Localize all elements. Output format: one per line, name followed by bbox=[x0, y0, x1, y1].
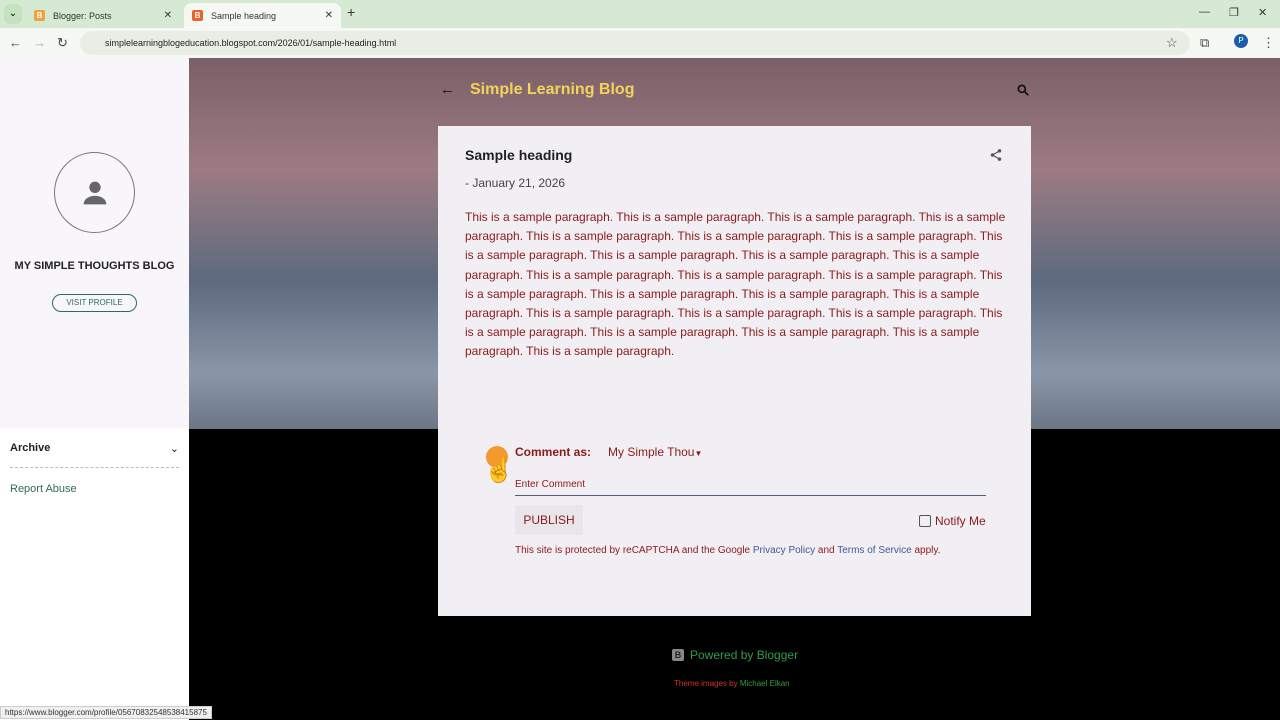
new-tab-button[interactable]: + bbox=[347, 4, 355, 20]
blogger-icon: B bbox=[192, 10, 203, 21]
extensions-icon[interactable]: ⧉ bbox=[1200, 35, 1209, 51]
post-date: - January 21, 2026 bbox=[465, 176, 566, 190]
profile-avatar-icon[interactable] bbox=[54, 152, 135, 233]
recaptcha-notice: This site is protected by reCAPTCHA and … bbox=[515, 545, 940, 556]
forward-icon[interactable]: → bbox=[33, 35, 46, 50]
blog-title[interactable]: Simple Learning Blog bbox=[470, 81, 634, 99]
publish-button[interactable]: PUBLISH bbox=[515, 505, 583, 535]
identity-value: My Simple Thou bbox=[608, 445, 695, 459]
visit-profile-button[interactable]: VISIT PROFILE bbox=[52, 294, 137, 312]
privacy-policy-link[interactable]: Privacy Policy bbox=[753, 545, 815, 556]
archive-label: Archive bbox=[10, 442, 51, 454]
tab-sample-heading[interactable]: B Sample heading ✕ bbox=[184, 3, 341, 28]
post-body: This is a sample paragraph. This is a sa… bbox=[465, 210, 1006, 359]
blog-name: MY SIMPLE THOUGHTS BLOG bbox=[14, 260, 175, 272]
terms-link[interactable]: Terms of Service bbox=[837, 545, 911, 556]
hand-cursor-icon: ☝ bbox=[484, 457, 514, 484]
notify-me-checkbox[interactable]: Notify Me bbox=[919, 514, 986, 528]
url-text: simplelearningblogeducation.blogspot.com… bbox=[105, 38, 397, 48]
report-abuse-link[interactable]: Report Abuse bbox=[10, 483, 77, 495]
sidebar: MY SIMPLE THOUGHTS BLOG VISIT PROFILE Ar… bbox=[0, 58, 189, 720]
theme-author-link[interactable]: Michael Elkan bbox=[740, 679, 790, 688]
post-card: Sample heading - January 21, 2026 This i… bbox=[438, 126, 1031, 616]
minimize-button[interactable]: — bbox=[1199, 6, 1210, 18]
url-input[interactable]: simplelearningblogeducation.blogspot.com… bbox=[80, 31, 1190, 55]
caret-down-icon: ▼ bbox=[694, 449, 703, 458]
address-bar: ← → ↻ simplelearningblogeducation.blogsp… bbox=[0, 28, 1280, 58]
restore-button[interactable]: ❐ bbox=[1229, 6, 1239, 19]
bookmark-star-icon[interactable]: ☆ bbox=[1166, 35, 1178, 51]
chevron-down-icon: ⌄ bbox=[169, 443, 179, 455]
archive-toggle[interactable]: Archive ⌄ bbox=[10, 442, 179, 468]
theme-prefix: Theme images by bbox=[674, 679, 740, 688]
comment-as-label: Comment as: bbox=[515, 445, 592, 459]
post-title: Sample heading bbox=[465, 147, 573, 163]
status-bar-url: https://www.blogger.com/profile/05670832… bbox=[0, 706, 212, 719]
tab-label: Blogger: Posts bbox=[53, 10, 112, 21]
blogger-icon: B bbox=[672, 649, 684, 661]
menu-icon[interactable]: ⋮ bbox=[1262, 35, 1275, 51]
comment-identity-select[interactable]: My Simple Thou▼ bbox=[608, 445, 702, 459]
close-icon[interactable]: ✕ bbox=[164, 10, 172, 21]
tab-bar: ⌄ B Blogger: Posts ✕ B Sample heading ✕ … bbox=[0, 0, 1280, 28]
close-window-button[interactable]: ✕ bbox=[1258, 6, 1267, 19]
close-icon[interactable]: ✕ bbox=[325, 10, 333, 21]
powered-by-blogger-link[interactable]: B Powered by Blogger bbox=[672, 648, 798, 662]
profile-avatar[interactable]: P bbox=[1234, 34, 1248, 48]
search-icon[interactable] bbox=[1016, 83, 1030, 102]
legal-text: apply. bbox=[911, 545, 941, 556]
blogger-icon: B bbox=[34, 10, 45, 21]
theme-credit: Theme images by Michael Elkan bbox=[674, 679, 790, 688]
notify-label: Notify Me bbox=[935, 514, 986, 528]
legal-text: and bbox=[815, 545, 838, 556]
legal-text: This site is protected by reCAPTCHA and … bbox=[515, 545, 753, 556]
share-icon[interactable] bbox=[989, 147, 1003, 168]
reload-icon[interactable]: ↻ bbox=[57, 35, 68, 51]
comment-input[interactable]: Enter Comment bbox=[515, 479, 986, 496]
checkbox-icon[interactable] bbox=[919, 515, 931, 527]
back-arrow-icon[interactable]: ← bbox=[440, 81, 455, 98]
tab-label: Sample heading bbox=[211, 10, 277, 21]
powered-label: Powered by Blogger bbox=[690, 648, 799, 662]
tab-search-button[interactable]: ⌄ bbox=[4, 4, 22, 24]
back-icon[interactable]: ← bbox=[9, 35, 22, 50]
tab-blogger-posts[interactable]: B Blogger: Posts ✕ bbox=[26, 3, 180, 28]
